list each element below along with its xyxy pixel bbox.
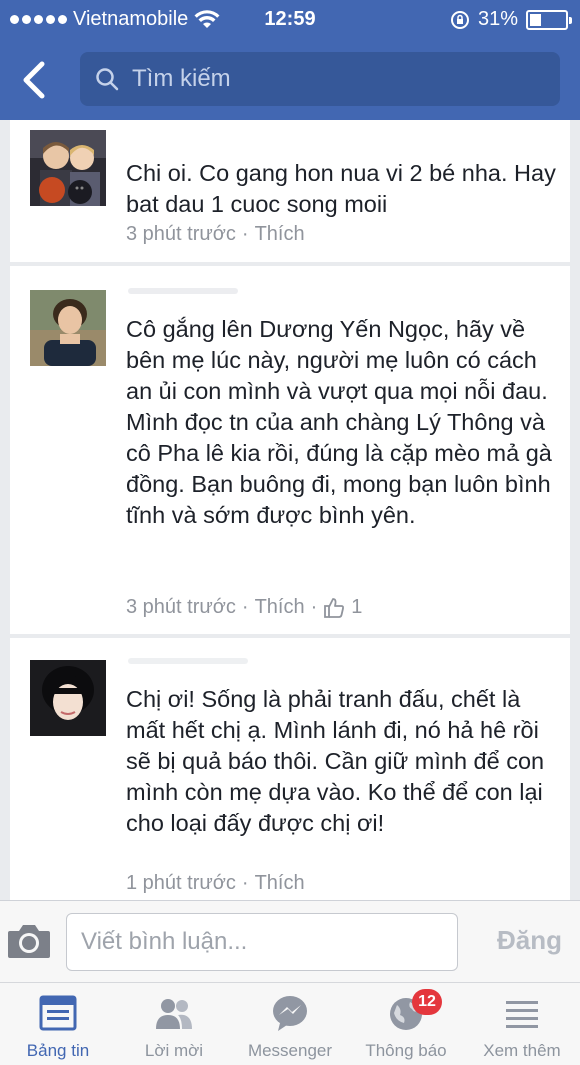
tab-label: Thông báo bbox=[365, 1041, 447, 1060]
orientation-lock-icon bbox=[450, 10, 469, 29]
tab-news-feed[interactable]: Bảng tin bbox=[0, 983, 116, 1065]
back-button[interactable] bbox=[8, 50, 58, 110]
avatar[interactable] bbox=[30, 660, 106, 736]
navigation-bar bbox=[0, 44, 580, 116]
like-link[interactable]: Thích bbox=[255, 596, 305, 619]
comment-time: 1 phút trước bbox=[126, 872, 236, 894]
like-link[interactable]: Thích bbox=[255, 872, 305, 895]
comment-input[interactable] bbox=[66, 913, 458, 971]
meta-separator: · bbox=[241, 872, 249, 894]
comment-item: Cô gắng lên Dương Yến Ngọc, hãy về bên m… bbox=[10, 266, 570, 634]
avatar[interactable] bbox=[30, 130, 106, 206]
meta-separator: · bbox=[310, 596, 318, 618]
search-icon bbox=[96, 68, 119, 91]
notification-badge: 12 bbox=[412, 989, 442, 1015]
tab-more[interactable]: Xem thêm bbox=[464, 983, 580, 1065]
status-right: 31% bbox=[450, 8, 572, 31]
tab-friend-requests[interactable]: Lời mời bbox=[116, 983, 232, 1065]
camera-icon bbox=[8, 925, 50, 958]
comment-text: Cô gắng lên Dương Yến Ngọc, hãy về bên m… bbox=[126, 316, 552, 528]
messenger-icon bbox=[273, 996, 307, 1031]
status-bar: Vietnamobile 12:59 31% bbox=[0, 0, 580, 40]
tab-bar: Bảng tin Lời mời Messenger 12 Thông báo bbox=[0, 982, 580, 1065]
battery-percent: 31% bbox=[477, 8, 518, 30]
news-feed-icon bbox=[39, 995, 77, 1031]
comments-feed[interactable]: Chi oi. Co gang hon nua vi 2 bé nha. Hay… bbox=[0, 120, 580, 900]
meta-separator: · bbox=[241, 223, 249, 245]
menu-icon bbox=[506, 1001, 538, 1028]
comment-text: Chị ơi! Sống là phải tranh đấu, chết là … bbox=[126, 686, 545, 836]
tab-messenger[interactable]: Messenger bbox=[232, 983, 348, 1065]
meta-separator: · bbox=[241, 596, 249, 618]
search-input[interactable] bbox=[132, 65, 532, 93]
tab-label: Bảng tin bbox=[26, 1041, 90, 1060]
comment-composer: Đăng bbox=[0, 900, 580, 982]
battery-level bbox=[530, 13, 541, 26]
comment-item: Chi oi. Co gang hon nua vi 2 bé nha. Hay… bbox=[10, 120, 570, 262]
friend-requests-icon bbox=[156, 999, 192, 1029]
camera-button[interactable] bbox=[6, 921, 52, 961]
name-redacted bbox=[128, 288, 238, 294]
comment-text: Chi oi. Co gang hon nua vi 2 bé nha. Hay… bbox=[126, 160, 556, 217]
chevron-left-icon bbox=[23, 61, 45, 99]
post-button[interactable]: Đăng bbox=[497, 925, 562, 956]
top-bar: Vietnamobile 12:59 31% bbox=[0, 0, 580, 120]
tab-label: Lời mời bbox=[144, 1041, 204, 1060]
comment-time: 3 phút trước bbox=[126, 596, 236, 618]
comment-meta: 1 phút trước · Thích bbox=[126, 872, 305, 895]
name-redacted bbox=[128, 658, 248, 664]
like-link[interactable]: Thích bbox=[255, 223, 305, 246]
tab-label: Messenger bbox=[247, 1041, 333, 1060]
comment-time: 3 phút trước bbox=[126, 223, 236, 245]
search-bar[interactable] bbox=[80, 52, 560, 106]
like-count-value: 1 bbox=[351, 596, 363, 618]
avatar[interactable] bbox=[30, 290, 106, 366]
battery-icon bbox=[526, 9, 572, 30]
thumbs-up-icon bbox=[324, 597, 345, 618]
comment-meta: 3 phút trước · Thích · 1 bbox=[126, 596, 362, 619]
tab-notifications[interactable]: 12 Thông báo bbox=[348, 983, 464, 1065]
comment-meta: 3 phút trước · Thích bbox=[126, 223, 305, 246]
comment-item: Chị ơi! Sống là phải tranh đấu, chết là … bbox=[10, 638, 570, 900]
tab-label: Xem thêm bbox=[483, 1041, 561, 1060]
like-count[interactable]: 1 bbox=[323, 596, 362, 619]
